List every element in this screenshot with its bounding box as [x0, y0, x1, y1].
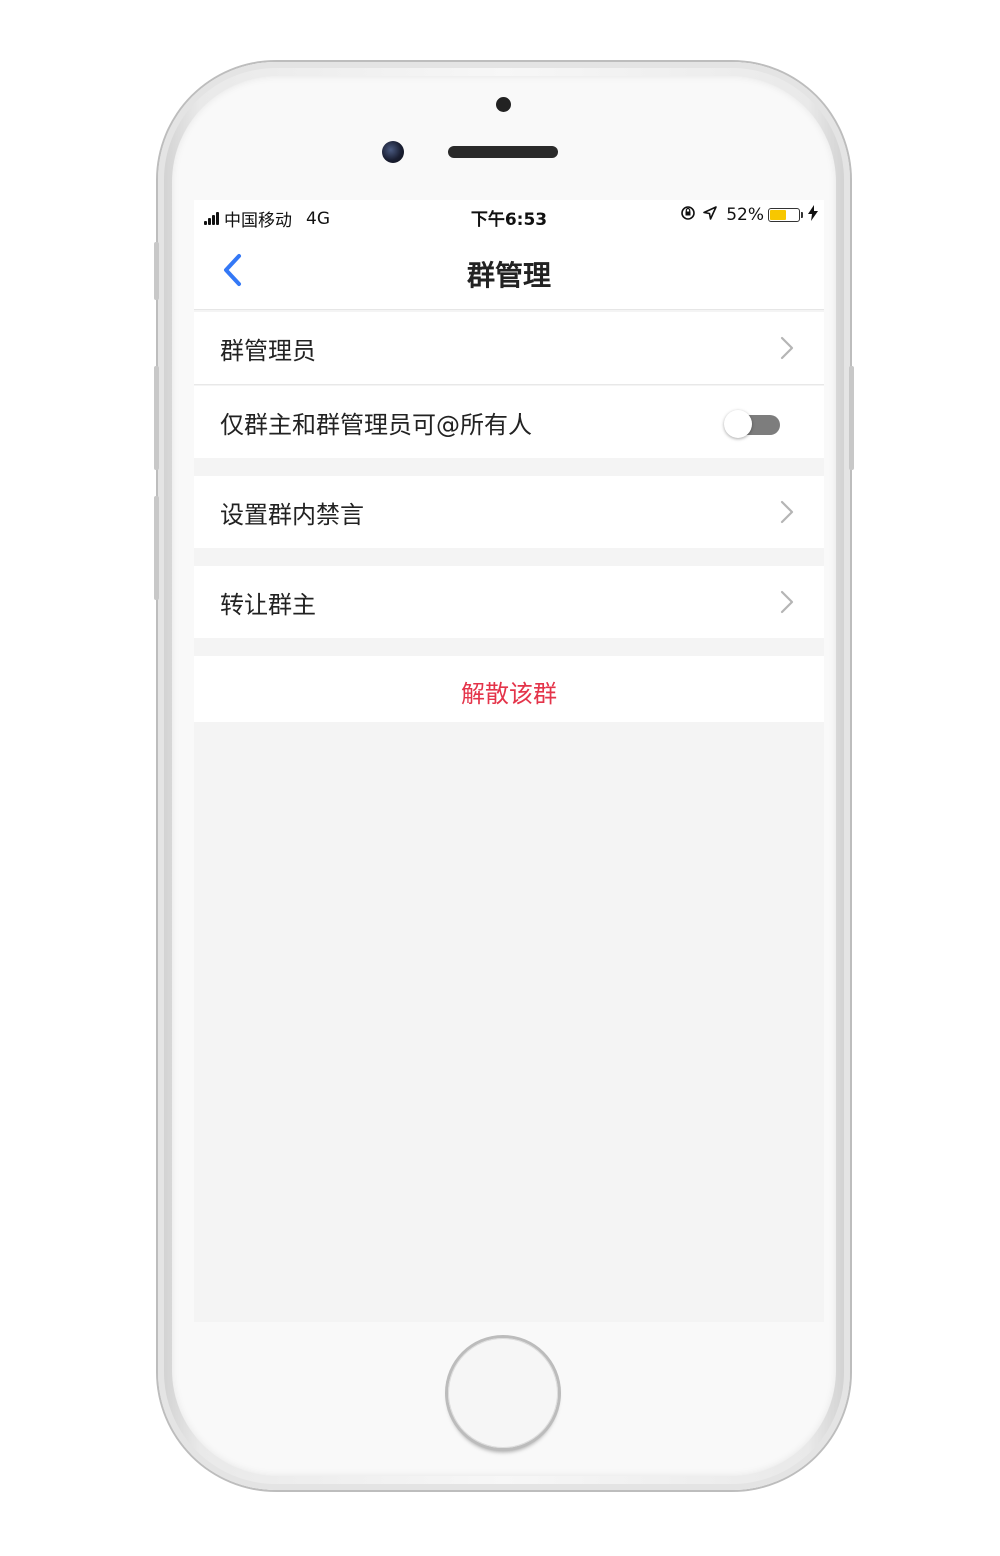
group-admins-label: 群管理员: [220, 336, 316, 365]
dissolve-group-button[interactable]: 解散该群: [194, 656, 824, 722]
status-bar: 中国移动 4G 下午6:53 52%: [194, 200, 824, 234]
chevron-left-icon: [224, 254, 241, 286]
page-title: 群管理: [466, 259, 551, 292]
battery-icon: [768, 208, 800, 222]
mention-all-toggle[interactable]: [724, 410, 780, 438]
mute-settings-label: 设置群内禁言: [220, 500, 364, 529]
back-button[interactable]: [212, 250, 252, 290]
front-camera: [382, 141, 404, 163]
toggle-knob: [724, 410, 752, 438]
nav-bar: 群管理: [194, 234, 824, 310]
volume-down-button: [154, 496, 159, 600]
signal-icon: [204, 211, 220, 225]
chevron-right-icon: [780, 500, 794, 524]
chevron-right-icon: [780, 590, 794, 614]
home-button[interactable]: [448, 1338, 558, 1448]
status-left: 中国移动 4G: [204, 206, 330, 231]
silent-switch: [154, 242, 159, 300]
screen: 中国移动 4G 下午6:53 52% 群管理 群管理员 仅群主和群管理员可@所有…: [194, 200, 824, 1322]
power-button: [849, 366, 854, 470]
row-divider: [194, 384, 824, 385]
mute-settings-row[interactable]: 设置群内禁言: [194, 476, 824, 548]
battery-tip: [801, 212, 803, 218]
battery-level: [770, 210, 786, 220]
group-admins-row[interactable]: 群管理员: [194, 312, 824, 384]
volume-up-button: [154, 366, 159, 470]
transfer-owner-row[interactable]: 转让群主: [194, 566, 824, 638]
carrier-name: 中国移动: [224, 211, 292, 231]
transfer-owner-label: 转让群主: [220, 590, 316, 619]
location-icon: [702, 205, 718, 225]
orientation-lock-icon: [680, 205, 696, 225]
dissolve-group-label: 解散该群: [461, 680, 557, 708]
network-type: 4G: [306, 208, 330, 229]
mention-all-label: 仅群主和群管理员可@所有人: [220, 410, 532, 439]
earpiece-speaker: [448, 146, 558, 158]
proximity-sensor: [496, 97, 511, 112]
mention-all-row: 仅群主和群管理员可@所有人: [194, 386, 824, 458]
battery-percent: 52%: [726, 205, 764, 225]
status-right: 52%: [674, 205, 818, 225]
charging-icon: [808, 205, 818, 225]
chevron-right-icon: [780, 336, 794, 360]
